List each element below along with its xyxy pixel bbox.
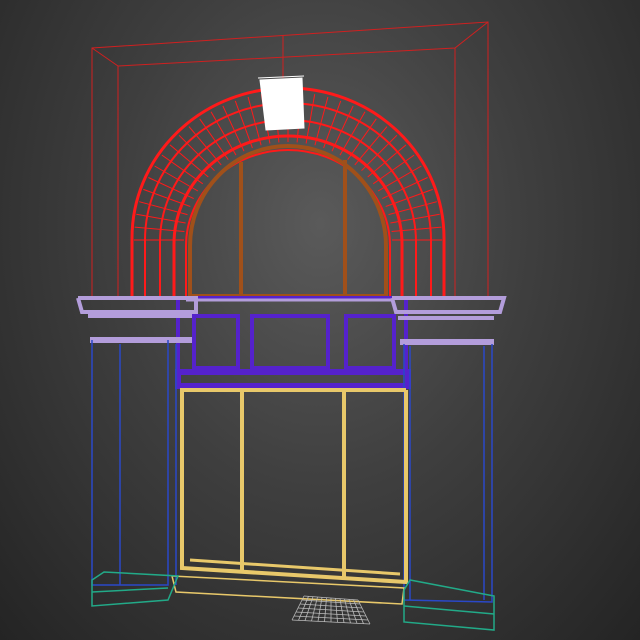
- bounding-frame[interactable]: [91, 21, 489, 300]
- arch-rib: [178, 134, 215, 172]
- arch-rib: [314, 96, 329, 146]
- door-frame[interactable]: [180, 388, 408, 585]
- transom-panel[interactable]: [175, 296, 411, 389]
- wireframe-scene[interactable]: [0, 0, 640, 640]
- arch-rib: [367, 144, 407, 178]
- arch-rib: [391, 226, 442, 232]
- arch-rib: [134, 226, 185, 232]
- arch-window-frame[interactable]: [188, 144, 388, 298]
- keystone[interactable]: [257, 75, 305, 131]
- doormat[interactable]: [291, 595, 371, 625]
- cornice[interactable]: [76, 296, 507, 345]
- arch-rib: [169, 144, 209, 178]
- pilasters[interactable]: [91, 340, 493, 603]
- arch-rib: [372, 154, 415, 185]
- arch-rib: [361, 134, 398, 172]
- arch-rib: [199, 118, 229, 160]
- arch-rib: [161, 154, 204, 185]
- 3d-viewport[interactable]: [0, 0, 640, 640]
- arch-rib: [305, 94, 316, 144]
- arch-rib: [247, 96, 262, 146]
- arch-rib: [347, 118, 377, 160]
